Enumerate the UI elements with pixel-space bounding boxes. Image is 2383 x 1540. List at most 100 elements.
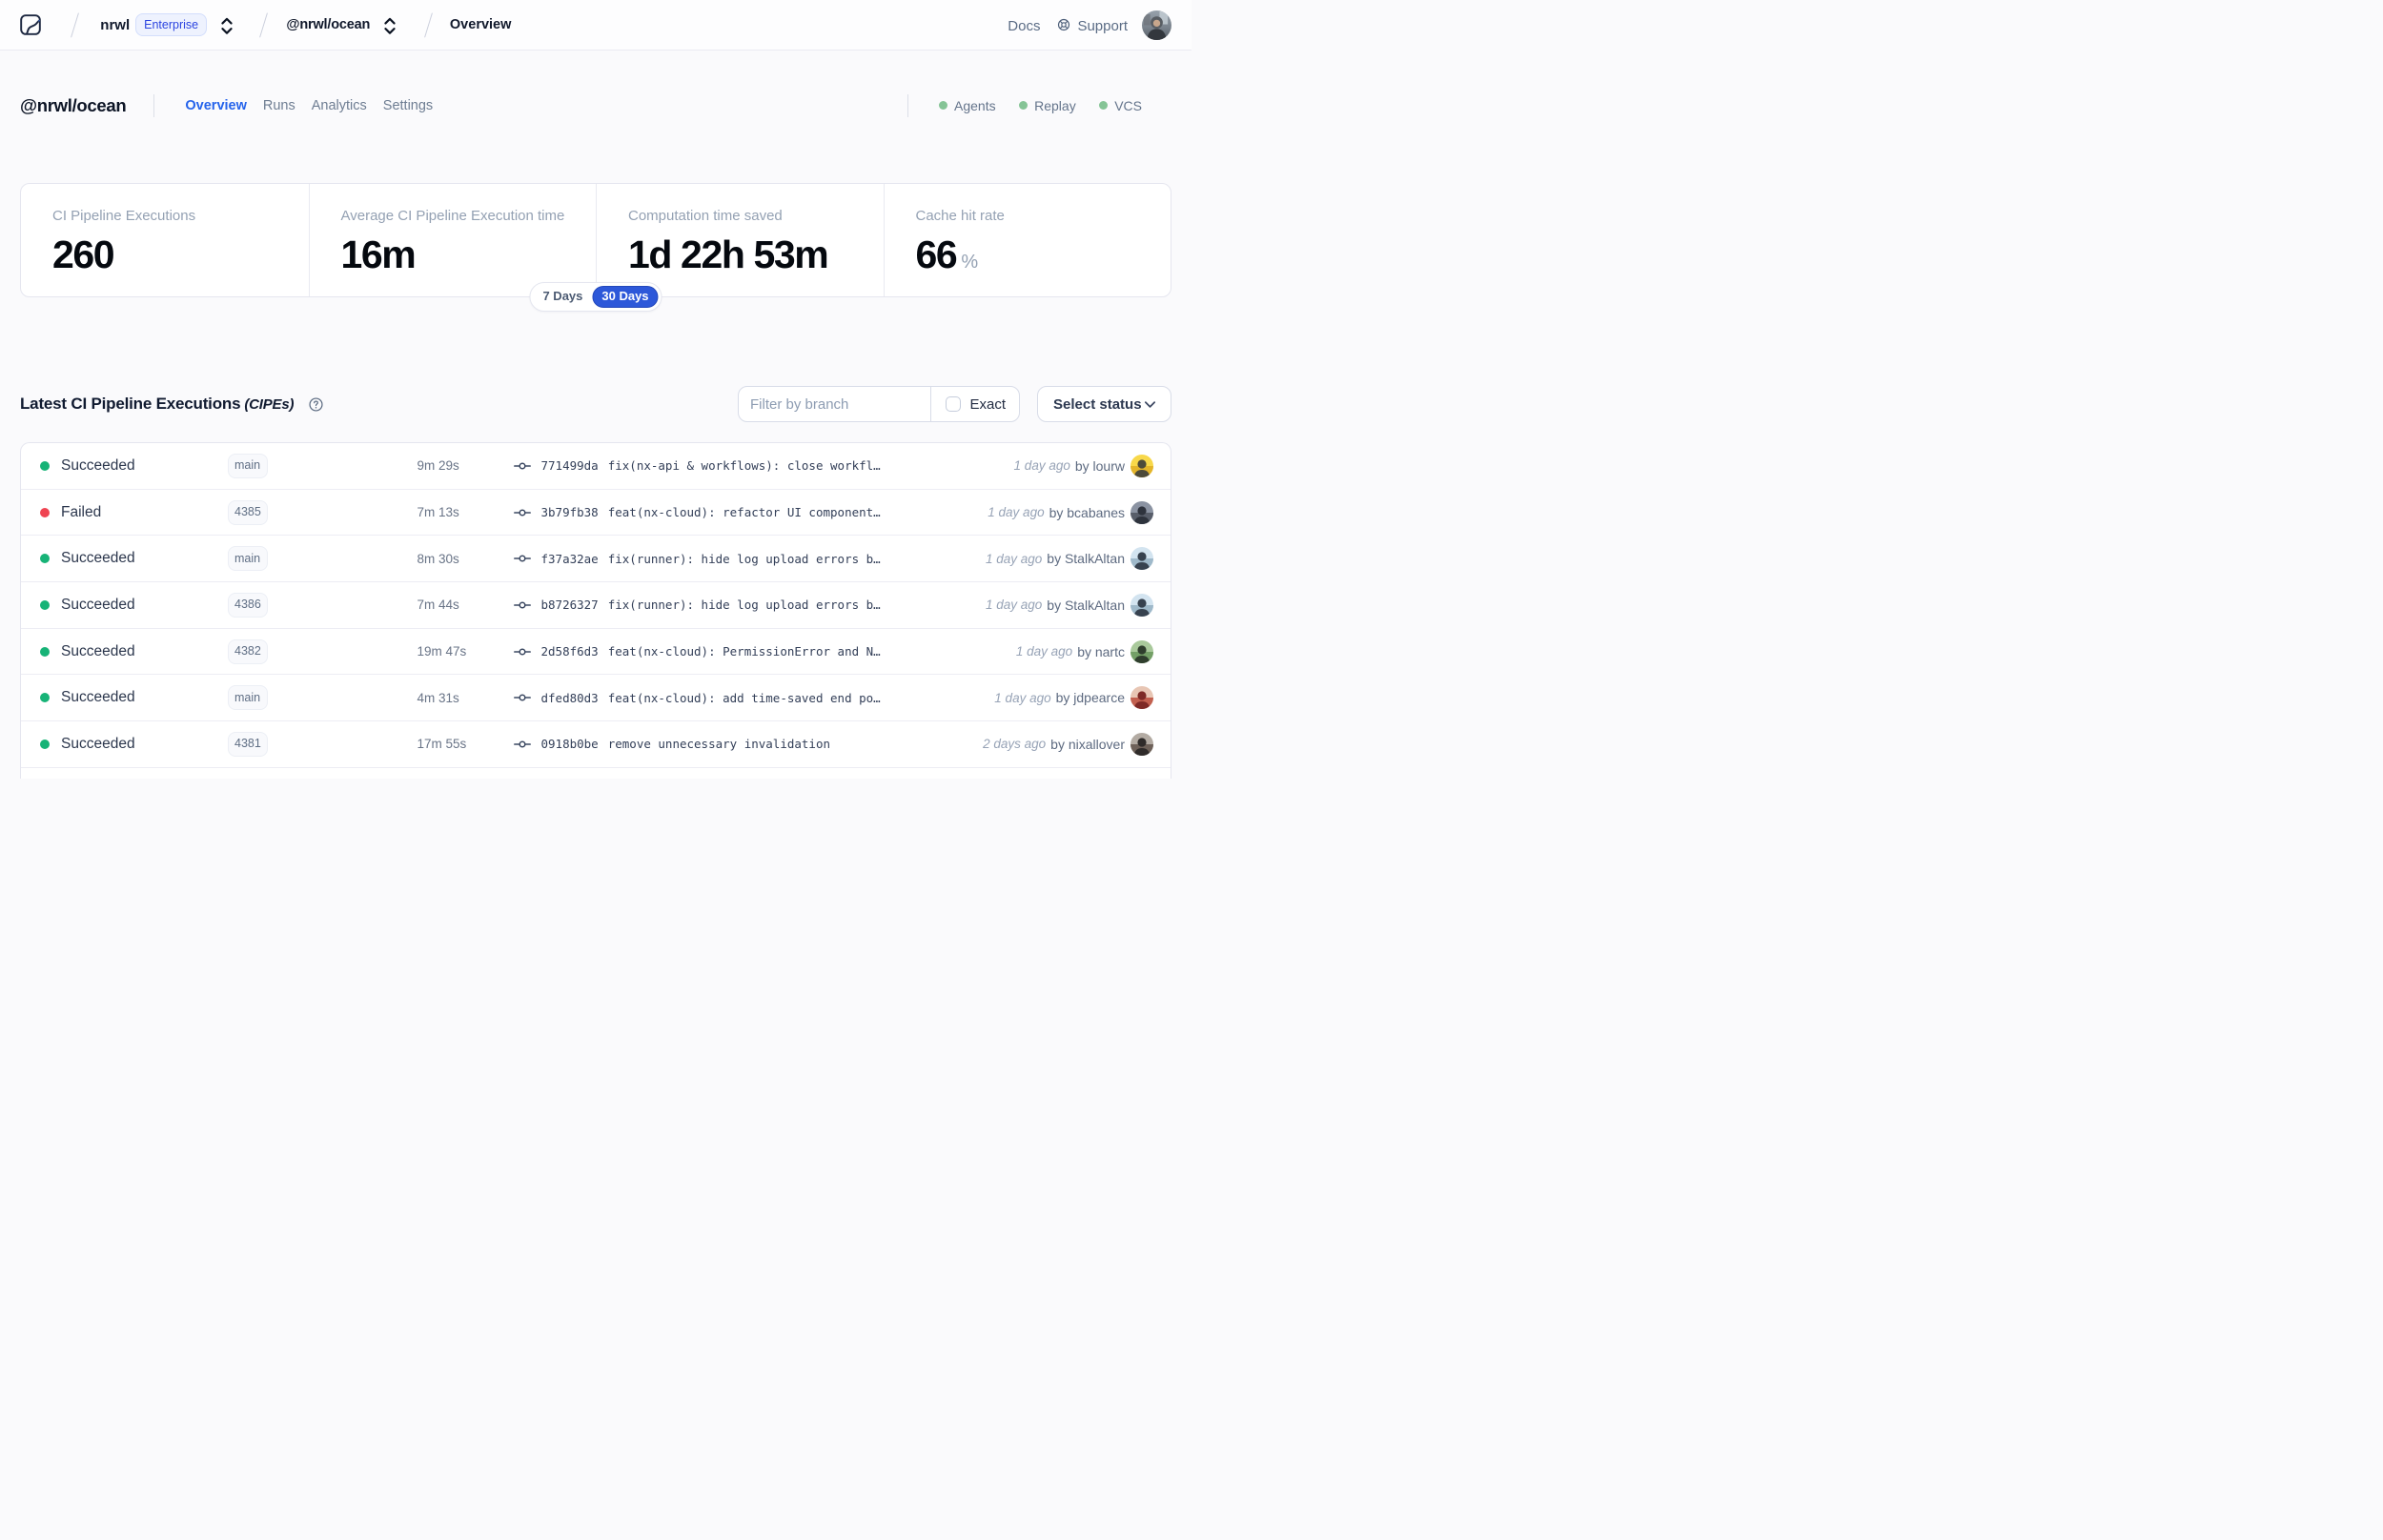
row-status: Succeeded [61, 642, 135, 659]
cipe-list-header: Latest CI Pipeline Executions(CIPEs) Exa… [20, 386, 1171, 422]
table-row[interactable]: Failed 4385 7m 13s 3b79fb38 feat(nx-cloud… [21, 490, 1171, 537]
stat-value: 260 [52, 233, 115, 276]
status-label: Replay [1034, 97, 1076, 113]
integration-statuses: Agents Replay VCS [906, 93, 1171, 117]
integration-status-agents[interactable]: Agents [938, 98, 996, 113]
row-status: Failed [61, 503, 102, 520]
table-row[interactable]: Succeeded 4386 7m 44s b8726327 fix(runner… [21, 582, 1171, 629]
commit-message: fix(nx-api & workflows): close workfl… [607, 458, 881, 474]
commit-link[interactable]: b8726327 fix(runner): hide log upload err… [541, 598, 974, 612]
statuses-group: Agents Replay VCS [938, 97, 1142, 113]
status-dot [40, 693, 50, 703]
commit-message: feat(nx-cloud): add time-saved end po… [607, 690, 881, 705]
git-commit-icon [513, 643, 531, 660]
table-row[interactable]: Succeeded main 9m 29s 771499da fix(nx-api… [21, 443, 1171, 490]
stat-value: 66% [915, 233, 979, 276]
integration-status-replay[interactable]: Replay [1018, 97, 1076, 113]
git-commit-icon [513, 504, 531, 521]
row-author: by nartc [1077, 643, 1125, 659]
commit-hash: b8726327 [540, 598, 599, 613]
branch-badge[interactable]: 4382 [227, 638, 269, 664]
header-divider [153, 93, 155, 117]
branch-badge[interactable]: 4381 [227, 731, 269, 757]
row-duration: 7m 44s [417, 598, 459, 613]
exact-filter: Exact [930, 387, 1019, 421]
support-link[interactable]: Support [1057, 17, 1128, 34]
table-row[interactable]: Succeeded 4381 17m 55s 0918b0be remove un… [21, 721, 1171, 768]
org-switcher-unfold-icon[interactable] [219, 16, 234, 34]
lifebuoy-icon [1058, 18, 1070, 31]
status-dot [40, 554, 50, 564]
status-dot [40, 460, 50, 471]
author-avatar [1130, 593, 1153, 617]
row-status: Succeeded [61, 689, 135, 706]
branch-badge[interactable]: 4386 [227, 592, 269, 618]
range-option-7-days[interactable]: 7 Days [533, 286, 592, 308]
stat-value: 1d 22h 53m [628, 233, 829, 276]
branch-column: 4385 [227, 499, 418, 525]
chevron-down-icon [1143, 397, 1157, 412]
tab-runs[interactable]: Runs [263, 98, 295, 113]
branch-column: main [227, 685, 418, 711]
stat-label: Cache hit rate [915, 208, 1005, 224]
branch-badge[interactable]: 4385 [227, 499, 269, 525]
table-row[interactable]: Succeeded main 8m 30s f37a32ae fix(runner… [21, 536, 1171, 583]
table-row[interactable]: Succeeded 4382 19m 47s 2d58f6d3 feat(nx-c… [21, 629, 1171, 676]
commit-message: feat(nx-cloud): refactor UI component… [607, 505, 881, 520]
user-avatar[interactable] [1142, 10, 1171, 40]
breadcrumb-workspace[interactable]: @nrwl/ocean [286, 17, 370, 32]
row-author: by bcabanes [1049, 504, 1125, 520]
commit-link[interactable]: 771499da fix(nx-api & workflows): close w… [541, 458, 1003, 473]
integration-status-vcs[interactable]: VCS [1098, 98, 1142, 113]
tab-settings[interactable]: Settings [383, 98, 433, 113]
commit-link[interactable]: 2d58f6d3 feat(nx-cloud): PermissionError … [541, 644, 1005, 659]
tab-overview[interactable]: Overview [185, 98, 247, 113]
status-dot [40, 646, 50, 657]
tab-analytics[interactable]: Analytics [312, 98, 367, 113]
status-select[interactable]: Select status [1037, 386, 1171, 422]
row-duration: 9m 29s [417, 458, 459, 474]
cipe-list-title-suffix: (CIPEs) [244, 396, 295, 413]
breadcrumb-slash-icon [423, 11, 433, 38]
commit-link[interactable]: 3b79fb38 feat(nx-cloud): refactor UI comp… [541, 505, 977, 519]
row-time-ago: 1 day ago [988, 505, 1045, 520]
status-dot [938, 100, 948, 111]
stat-card: Cache hit rate 66% [883, 184, 1171, 296]
commit-link[interactable]: 0918b0be remove unnecessary invalidation [541, 737, 972, 751]
commit-message: feat(nx-cloud): PermissionError and N… [607, 644, 881, 659]
row-status: Succeeded [61, 735, 135, 752]
row-duration: 8m 30s [417, 551, 459, 566]
row-author: by StalkAltan [1047, 551, 1125, 567]
commit-hash: 2d58f6d3 [540, 644, 599, 659]
table-row[interactable]: Succeeded main 4m 31s dfed80d3 feat(nx-cl… [21, 675, 1171, 722]
range-option-30-days[interactable]: 30 Days [592, 286, 659, 308]
row-status: Succeeded [61, 456, 135, 474]
commit-link[interactable]: dfed80d3 feat(nx-cloud): add time-saved e… [541, 691, 984, 705]
row-duration: 4m 31s [417, 690, 459, 705]
branch-badge[interactable]: main [227, 546, 268, 572]
breadcrumb-org[interactable]: nrwl [100, 17, 130, 33]
docs-link[interactable]: Docs [1008, 18, 1040, 34]
nx-cloud-logo[interactable] [20, 14, 41, 35]
branch-column: 4382 [227, 638, 418, 664]
branch-filter-input[interactable] [739, 387, 931, 421]
cipe-table: Succeeded main 9m 29s 771499da fix(nx-api… [20, 442, 1171, 779]
row-author: by StalkAltan [1047, 597, 1125, 613]
author-avatar [1130, 732, 1153, 756]
topbar: nrwl Enterprise @nrwl/ocean Overview Doc… [0, 0, 1192, 51]
branch-badge[interactable]: main [227, 685, 268, 711]
exact-checkbox[interactable] [946, 396, 962, 412]
branch-badge[interactable]: main [227, 453, 268, 478]
branch-column: 4386 [227, 592, 418, 618]
commit-hash: f37a32ae [540, 551, 599, 566]
help-icon[interactable] [309, 396, 323, 412]
git-commit-icon [513, 736, 531, 753]
cipe-list-controls: Exact Select status [738, 386, 1171, 422]
stat-label: CI Pipeline Executions [52, 208, 196, 224]
stats-section: CI Pipeline Executions 260 Average CI Pipe… [20, 183, 1171, 312]
workspace-switcher-unfold-icon[interactable] [382, 16, 397, 34]
row-time-ago: 1 day ago [1015, 644, 1073, 659]
stat-label: Average CI Pipeline Execution time [340, 208, 565, 224]
commit-link[interactable]: f37a32ae fix(runner): hide log upload err… [541, 552, 974, 566]
author-avatar [1130, 547, 1153, 571]
